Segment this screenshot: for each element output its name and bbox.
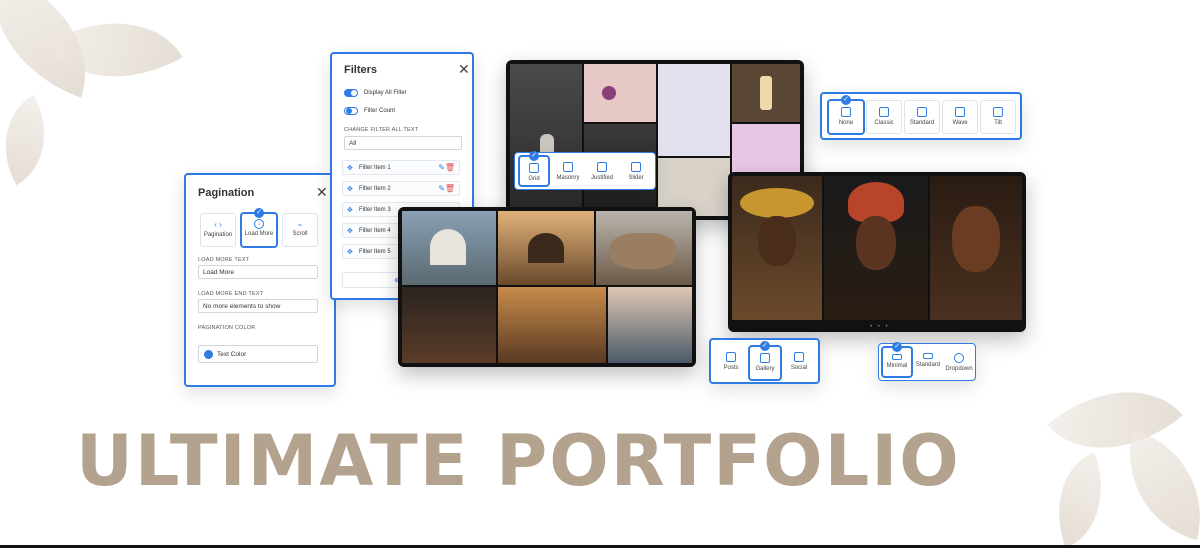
minimal-icon xyxy=(892,354,902,360)
load-more-text-label: LOAD MORE TEXT xyxy=(198,257,250,263)
hover-option-wave[interactable]: Wave xyxy=(942,100,978,134)
download-icon: ↓ xyxy=(254,219,264,229)
hover-option-none[interactable]: ✓ None xyxy=(828,95,864,134)
pagination-option-scroll[interactable]: ⌄ Scroll xyxy=(282,213,318,247)
social-icon xyxy=(794,352,804,362)
close-icon[interactable]: ✕ xyxy=(316,185,328,199)
type-option-gallery[interactable]: ✓ Gallery xyxy=(749,341,781,380)
colosseum-photo xyxy=(596,211,692,285)
headline: ULTIMATE PORTFOLIO xyxy=(76,420,961,502)
filter-style-picker: ✓ Minimal Standard Dropdown xyxy=(878,342,976,381)
portrait-hat-photo xyxy=(732,176,822,320)
filter-item-row[interactable]: ✥ Filter Item 1 ✎ 🗑 xyxy=(342,160,460,175)
decorative-leaf xyxy=(0,94,69,186)
bottles-photo xyxy=(732,64,800,122)
mosque-photo xyxy=(498,211,594,285)
none-icon xyxy=(841,107,851,117)
posts-icon xyxy=(726,352,736,362)
layout-option-slider[interactable]: Slider xyxy=(621,156,651,186)
filter-style-option-standard[interactable]: Standard xyxy=(913,347,943,377)
trash-icon[interactable]: 🗑 xyxy=(445,184,455,193)
trash-icon[interactable]: 🗑 xyxy=(445,163,455,172)
classic-icon xyxy=(879,107,889,117)
check-icon: ✓ xyxy=(892,342,902,352)
check-icon: ✓ xyxy=(841,95,851,105)
tilt-icon xyxy=(993,107,1003,117)
basilica-photo xyxy=(402,211,496,285)
double-chevron-down-icon: ⌄ xyxy=(296,219,304,228)
grid-icon xyxy=(529,163,539,173)
wave-icon xyxy=(955,107,965,117)
panel-title: Filters xyxy=(344,64,378,76)
hover-effect-picker: ✓ None Classic Standard Wave Tilt xyxy=(820,92,1022,140)
filter-style-option-dropdown[interactable]: Dropdown xyxy=(944,347,974,377)
pagination-option-load-more[interactable]: ✓ ↓ Load More xyxy=(241,208,277,247)
drag-handle-icon[interactable]: ✥ xyxy=(347,164,353,172)
pagination-color-picker[interactable]: Text Color xyxy=(198,345,318,363)
pagination-color-label: PAGINATION COLOR xyxy=(198,325,256,331)
close-icon[interactable]: ✕ xyxy=(458,62,470,76)
filter-style-option-minimal[interactable]: ✓ Minimal xyxy=(882,342,912,377)
display-all-toggle[interactable] xyxy=(344,89,358,97)
content-type-picker: Posts ✓ Gallery Social xyxy=(709,338,820,384)
filter-count-toggle[interactable] xyxy=(344,107,358,115)
load-more-end-text-input[interactable]: No more elements to show xyxy=(198,299,318,313)
pagination-panel: Pagination ✕ ‹ › Pagination ✓ ↓ Load Mor… xyxy=(184,173,336,387)
drag-handle-icon[interactable]: ✥ xyxy=(347,185,353,193)
dried-flowers-photo xyxy=(658,64,730,156)
river-bridge-photo xyxy=(608,287,692,363)
drag-handle-icon[interactable]: ✥ xyxy=(347,227,353,235)
drag-handle-icon[interactable]: ✥ xyxy=(347,248,353,256)
carousel-dots[interactable]: • • • xyxy=(870,324,890,330)
type-option-social[interactable]: Social xyxy=(783,346,815,380)
hover-option-standard[interactable]: Standard xyxy=(904,100,940,134)
load-more-text-input[interactable]: Load More xyxy=(198,265,318,279)
check-icon: ✓ xyxy=(254,208,264,218)
change-all-label: CHANGE FILTER ALL TEXT xyxy=(344,127,419,133)
layout-option-grid[interactable]: ✓ Grid xyxy=(519,151,549,186)
decorative-leaf xyxy=(1038,452,1122,548)
decorative-leaf xyxy=(1109,429,1200,541)
load-more-end-text-label: LOAD MORE END TEXT xyxy=(198,291,264,297)
decorative-leaf xyxy=(47,0,183,113)
vase-photo xyxy=(510,64,582,216)
change-all-input[interactable]: All xyxy=(344,136,462,150)
gallery-icon xyxy=(760,353,770,363)
standard-icon xyxy=(917,107,927,117)
layout-option-masonry[interactable]: Masonry xyxy=(553,156,583,186)
flower-photo xyxy=(584,64,656,122)
filter-count-label: Filter Count xyxy=(364,108,396,114)
gallery-preview-portraits: • • • xyxy=(728,172,1026,332)
interior-photo xyxy=(402,287,496,363)
display-all-label: Display All Filter xyxy=(364,90,407,96)
masonry-icon xyxy=(563,162,573,172)
gallery-preview-architecture xyxy=(398,207,696,367)
color-swatch xyxy=(204,350,213,359)
justified-icon xyxy=(597,162,607,172)
panel-title: Pagination xyxy=(198,187,255,199)
dropdown-icon xyxy=(954,353,964,363)
pagination-option-pagination[interactable]: ‹ › Pagination xyxy=(200,213,236,247)
palace-photo xyxy=(498,287,606,363)
standard-icon xyxy=(923,353,933,359)
hover-option-classic[interactable]: Classic xyxy=(866,100,902,134)
slider-icon xyxy=(631,162,641,172)
hover-option-tilt[interactable]: Tilt xyxy=(980,100,1016,134)
layout-picker: ✓ Grid Masonry Justified Slider xyxy=(514,151,656,190)
filter-item-row[interactable]: ✥ Filter Item 2 ✎ 🗑 xyxy=(342,181,460,196)
type-option-posts[interactable]: Posts xyxy=(715,346,747,380)
portrait-face-photo xyxy=(930,176,1022,320)
check-icon: ✓ xyxy=(760,341,770,351)
portrait-headwrap-photo xyxy=(824,176,928,320)
check-icon: ✓ xyxy=(529,151,539,161)
drag-handle-icon[interactable]: ✥ xyxy=(347,206,353,214)
layout-option-justified[interactable]: Justified xyxy=(587,156,617,186)
chevrons-icon: ‹ › xyxy=(214,220,222,229)
